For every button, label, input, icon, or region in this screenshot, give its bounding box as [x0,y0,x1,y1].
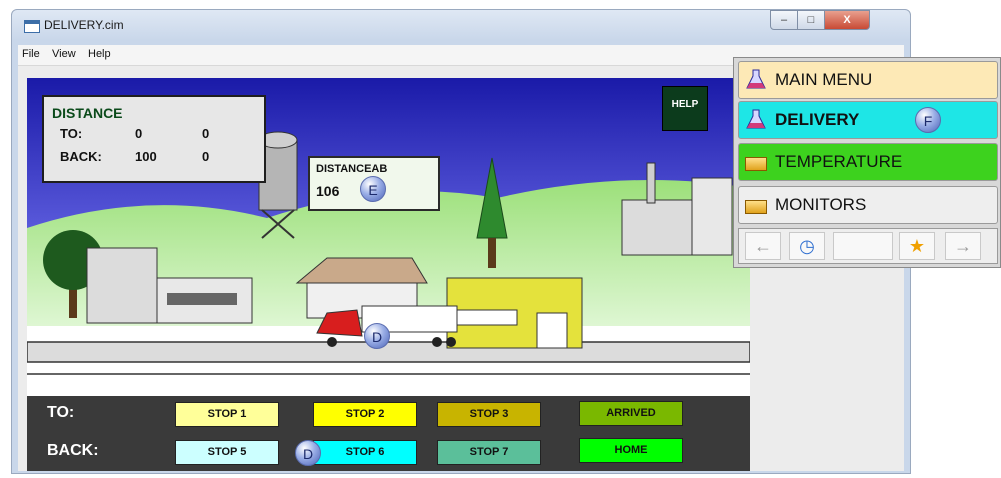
callout-badge-d-truck: D [364,323,390,349]
app-icon [24,20,40,33]
stop-3-button[interactable]: STOP 3 [437,402,541,427]
nav-item-main-menu[interactable]: MAIN MENU [738,61,998,99]
blank-toolbar-slot [833,232,893,260]
route-control-panel: TO: BACK: STOP 1 STOP 2 STOP 3 ARRIVED S… [27,396,750,471]
nav-item-temperature-label: TEMPERATURE [775,152,903,171]
distance-ab-label: DISTANCEAB [316,163,388,175]
nav-item-monitors[interactable]: MONITORS [738,186,998,224]
distance-ab-value: 106 [316,183,340,199]
callout-badge-d-stop: D [295,440,321,466]
arrived-button[interactable]: ARRIVED [579,401,683,426]
clock-icon[interactable]: ◷ [789,232,825,260]
nav-item-temperature[interactable]: TEMPERATURE [738,143,998,181]
distance-heading: DISTANCE [52,105,123,121]
close-button[interactable]: X [824,10,870,30]
nav-item-main-menu-label: MAIN MENU [775,70,873,89]
stop-2-button[interactable]: STOP 2 [313,402,417,427]
delivery-scene: DISTANCE TO: 0 0 BACK: 100 0 HELP DISTAN… [27,78,750,471]
distance-back-label: BACK: [60,149,102,164]
distance-readout: DISTANCE TO: 0 0 BACK: 100 0 [42,95,266,183]
menu-help[interactable]: Help [88,48,111,60]
nav-toolbar: ← ◷ ★ → [738,228,998,264]
folder-icon [745,157,767,171]
nav-item-monitors-label: MONITORS [775,195,867,214]
distance-to-value-2: 0 [202,126,210,141]
stop-5-button[interactable]: STOP 5 [175,440,279,465]
menu-view[interactable]: View [52,48,76,60]
forward-arrow-icon[interactable]: → [945,232,981,260]
callout-badge-e: E [360,176,386,202]
distance-to-label: TO: [60,126,83,141]
navigation-panel: MAIN MENU DELIVERY F TEMPERATURE MONITOR… [733,57,1001,268]
star-icon[interactable]: ★ [899,232,935,260]
nav-item-delivery-label: DELIVERY [775,110,860,129]
flask-icon [746,69,766,89]
to-row-label: TO: [47,404,75,421]
back-arrow-icon[interactable]: ← [745,232,781,260]
flask-icon [746,109,766,129]
back-row-label: BACK: [47,442,99,459]
folder-icon [745,200,767,214]
window-title: DELIVERY.cim [44,18,124,32]
distance-back-value-2: 0 [202,149,210,164]
help-button[interactable]: HELP [662,86,708,131]
nav-item-delivery[interactable]: DELIVERY F [738,101,998,139]
distance-back-value-1: 100 [135,149,157,164]
distance-to-value-1: 0 [135,126,143,141]
minimize-button[interactable]: – [770,10,798,30]
home-button[interactable]: HOME [579,438,683,463]
title-bar[interactable]: DELIVERY.cim – □ X [12,10,910,42]
callout-badge-f: F [915,107,941,133]
stop-7-button[interactable]: STOP 7 [437,440,541,465]
menu-file[interactable]: File [22,48,40,60]
maximize-button[interactable]: □ [797,10,825,30]
stop-1-button[interactable]: STOP 1 [175,402,279,427]
stop-6-button[interactable]: STOP 6 [313,440,417,465]
